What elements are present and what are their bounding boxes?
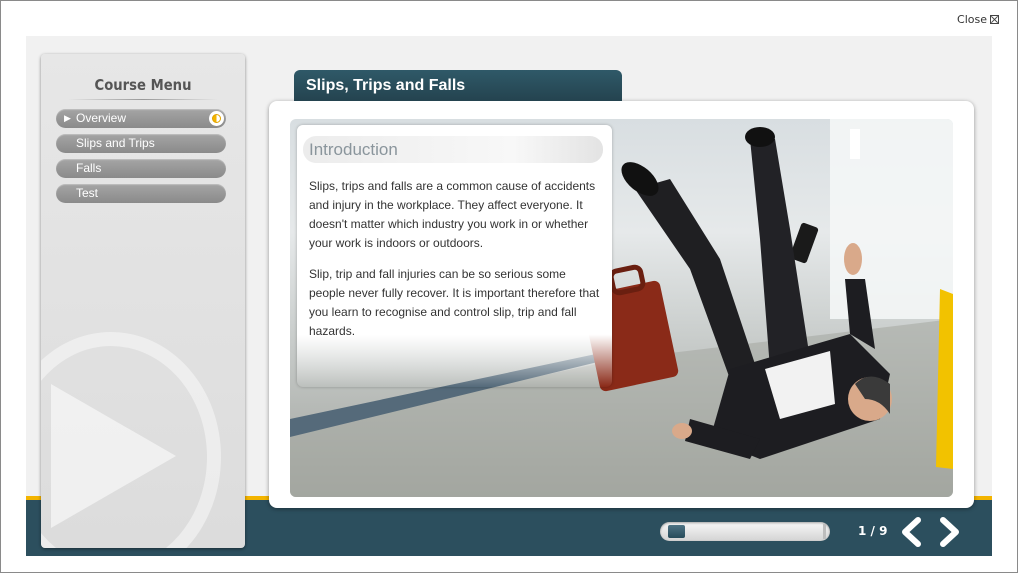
introduction-body: Slips, trips and falls are a common caus… <box>309 177 600 341</box>
next-page-button[interactable] <box>937 517 963 547</box>
introduction-heading: Introduction <box>303 136 603 163</box>
page-counter: 1 / 9 <box>858 524 888 538</box>
menu-item-label: Falls <box>76 161 102 175</box>
course-progress-bar <box>660 522 830 541</box>
previous-page-button[interactable] <box>898 517 924 547</box>
close-label: Close <box>957 13 987 26</box>
course-window: Close Course Menu ▶ Overview Slips and T… <box>0 0 1018 573</box>
progress-bar-end <box>823 524 826 539</box>
course-menu: Course Menu ▶ Overview Slips and Trips F… <box>41 54 245 548</box>
progress-indicator-icon <box>209 111 224 126</box>
menu-item-label: Overview <box>76 111 127 125</box>
menu-item-falls[interactable]: Falls <box>56 159 226 178</box>
chevron-right-icon <box>940 517 959 547</box>
menu-item-label: Slips and Trips <box>76 136 155 150</box>
close-icon <box>990 15 999 24</box>
introduction-card: Introduction Slips, trips and falls are … <box>297 125 612 387</box>
play-icon <box>51 384 176 528</box>
module-title-tab: Slips, Trips and Falls <box>294 70 622 101</box>
chevron-left-icon <box>902 517 921 547</box>
menu-item-test[interactable]: Test <box>56 184 226 203</box>
paragraph: Slips, trips and falls are a common caus… <box>309 179 596 250</box>
play-arrow-icon: ▶ <box>64 113 71 123</box>
paragraph: Slip, trip and fall injuries can be so s… <box>309 267 600 338</box>
menu-divider <box>68 99 218 100</box>
menu-list: ▶ Overview Slips and Trips Falls Test <box>41 109 245 203</box>
menu-item-overview[interactable]: ▶ Overview <box>56 109 226 128</box>
close-button[interactable]: Close <box>957 13 999 26</box>
menu-item-label: Test <box>76 186 99 200</box>
course-menu-title: Course Menu <box>94 76 192 94</box>
progress-bar-fill <box>668 525 685 538</box>
menu-item-slips-and-trips[interactable]: Slips and Trips <box>56 134 226 153</box>
